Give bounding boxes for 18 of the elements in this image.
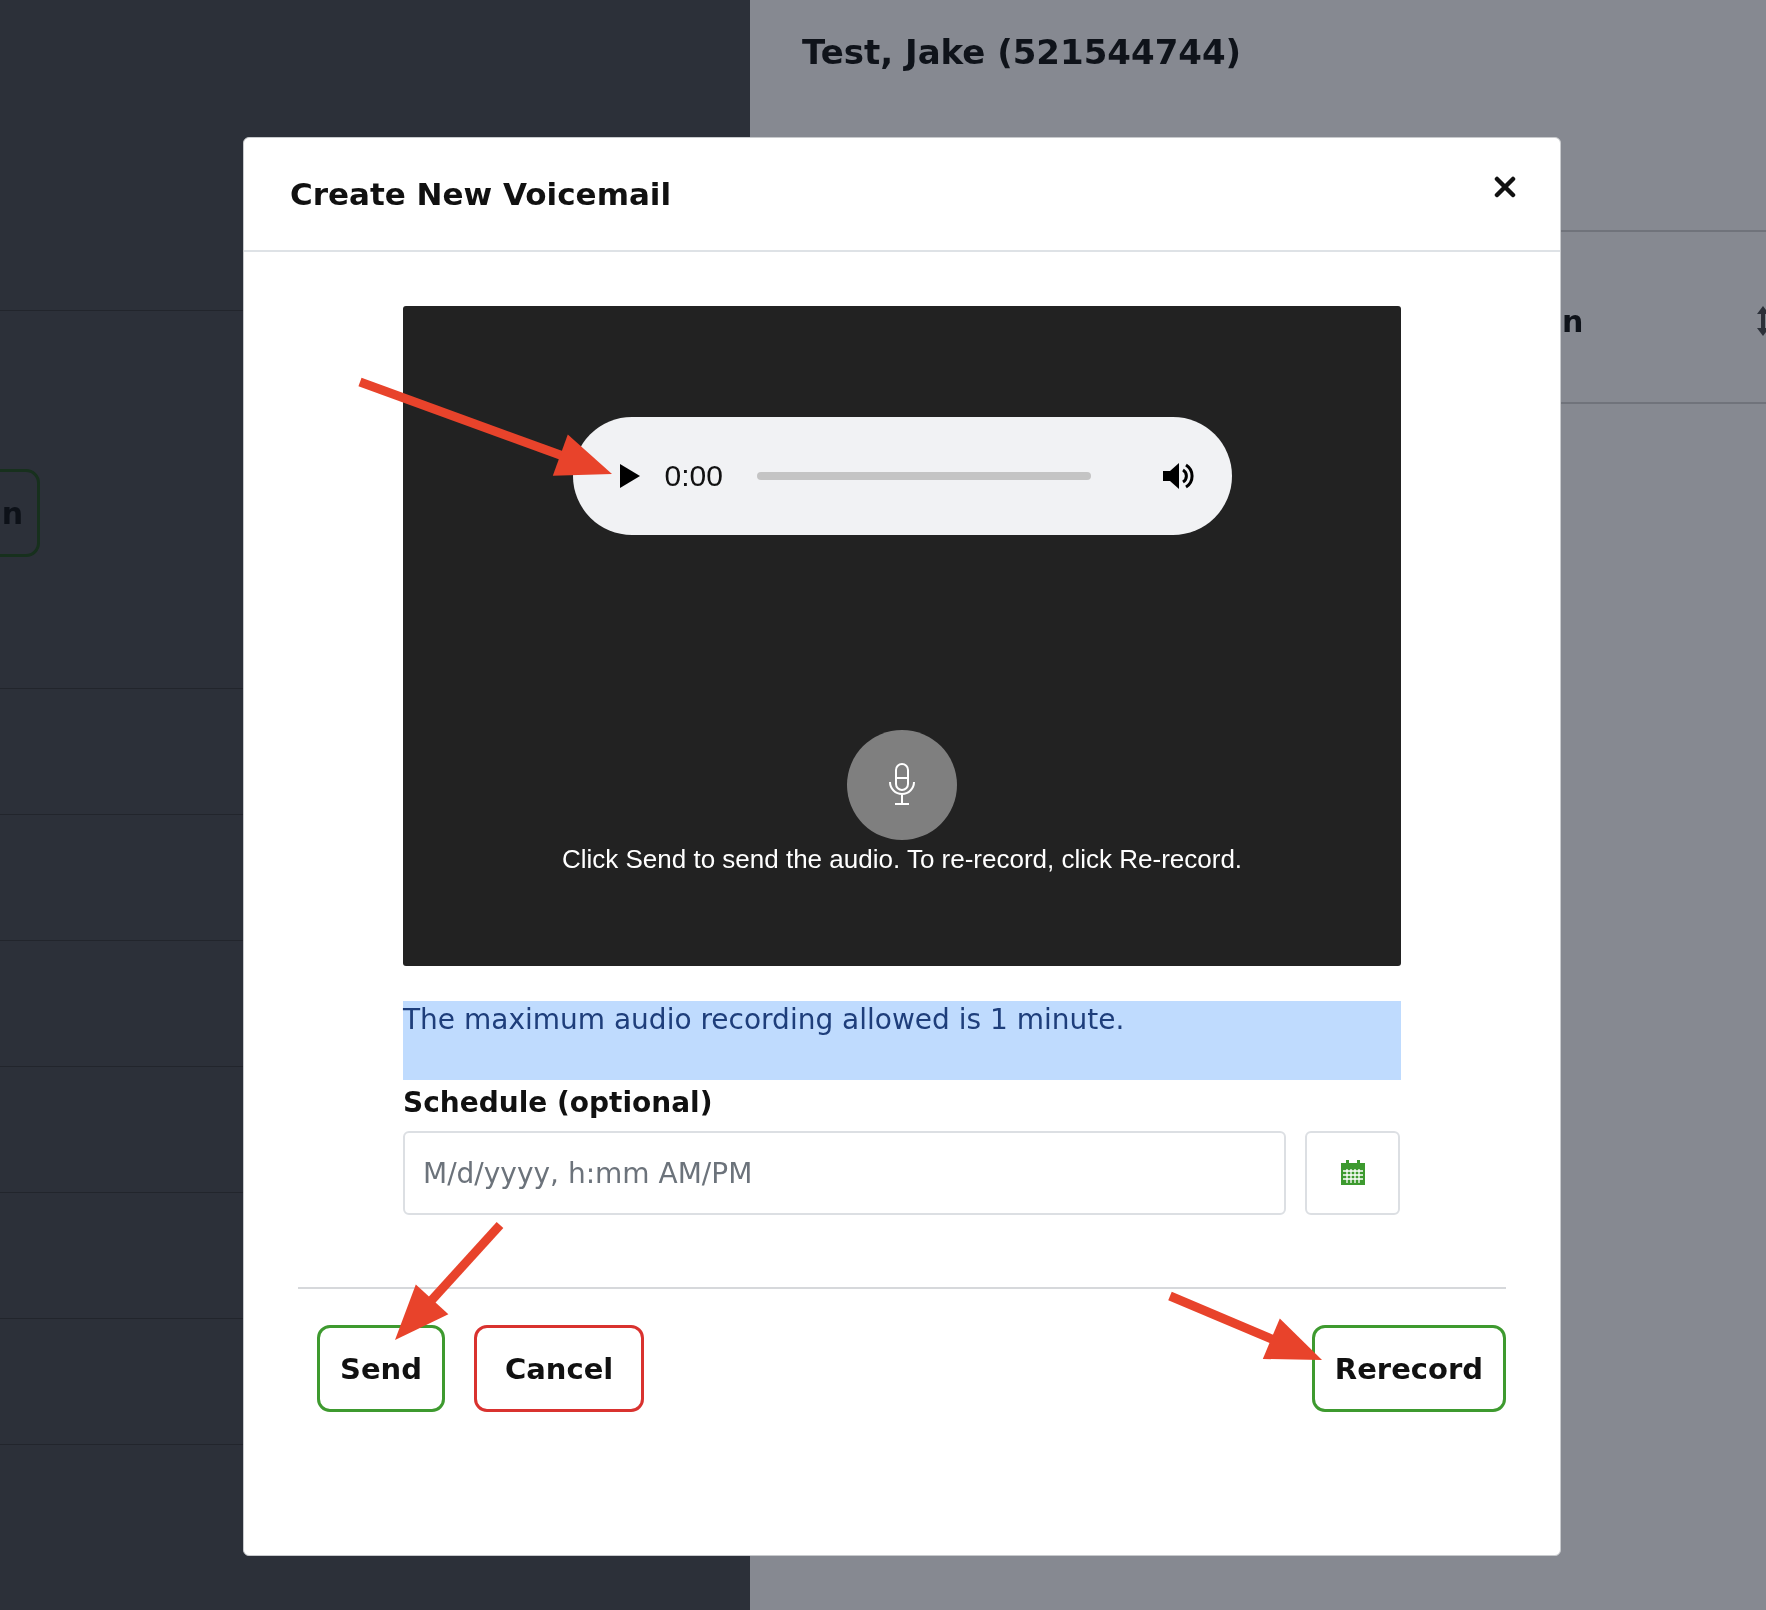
record-title: Test, Jake (521544744)	[802, 32, 1242, 72]
schedule-label: Schedule (optional)	[403, 1086, 714, 1119]
play-icon[interactable]	[618, 463, 641, 489]
calendar-icon	[1338, 1159, 1367, 1187]
column-header[interactable]: n	[1562, 303, 1584, 339]
seek-track[interactable]	[756, 472, 1091, 480]
instruction-text: Click Send to send the audio. To re-record, click Re-record.	[561, 844, 1243, 875]
dialog-button[interactable]: Send	[317, 1325, 445, 1412]
time-display: 0:00	[664, 459, 723, 493]
close-icon[interactable]	[1494, 176, 1516, 198]
calendar-button[interactable]	[1305, 1131, 1400, 1215]
volume-icon[interactable]	[1161, 460, 1196, 492]
dialog-button[interactable]: Cancel	[473, 1325, 645, 1412]
info-notice: The maximum audio recording allowed is 1 minute.	[403, 1001, 1401, 1080]
dialog-button[interactable]: Rerecord	[1311, 1325, 1506, 1412]
sort-icon[interactable]	[1756, 304, 1766, 338]
dialog-title: Create New Voicemail	[290, 176, 672, 212]
schedule-field[interactable]: M/d/yyyy, h:mm AM/PM	[403, 1131, 1286, 1215]
